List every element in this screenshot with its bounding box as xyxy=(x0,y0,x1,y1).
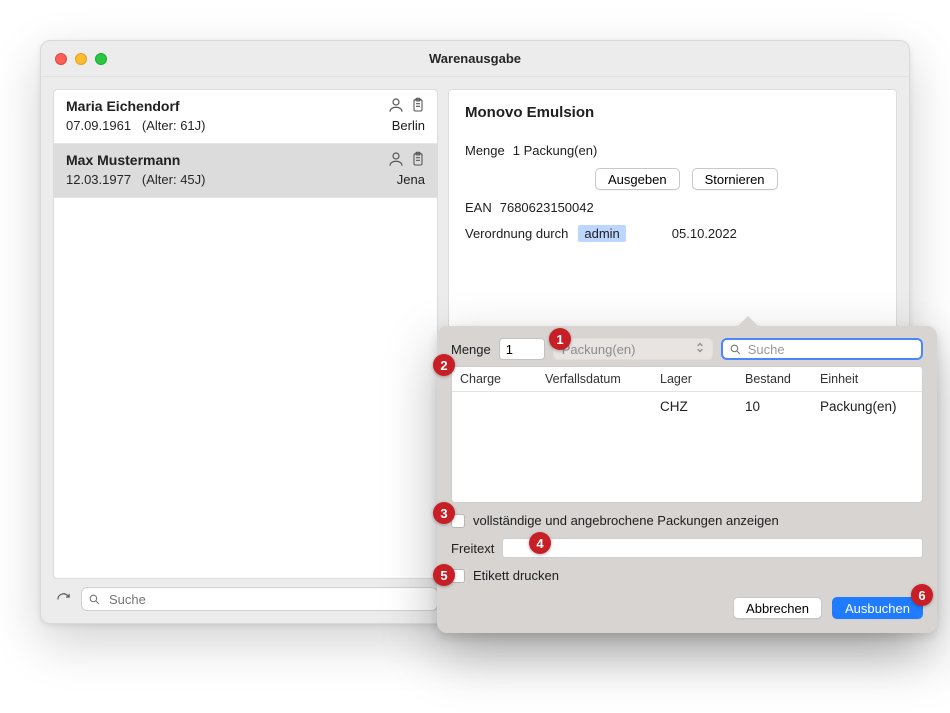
patient-search-input[interactable] xyxy=(107,591,431,608)
patient-row[interactable]: Maria Eichendorf 07.09.1961 (Alter: 61J)… xyxy=(54,90,437,144)
cell-charge xyxy=(452,394,537,419)
patient-meta: 12.03.1977 (Alter: 45J) xyxy=(66,172,425,187)
person-icon[interactable] xyxy=(387,150,405,168)
patient-name: Maria Eichendorf xyxy=(66,98,425,114)
unit-select-placeholder: Packung(en) xyxy=(562,342,636,357)
app-window: Warenausgabe Maria Eichendorf 07.09.1961… xyxy=(40,40,910,624)
window-title: Warenausgabe xyxy=(41,51,909,66)
product-name: Monovo Emulsion xyxy=(465,104,880,121)
cell-bestand: 10 xyxy=(737,394,812,419)
patient-row[interactable]: Max Mustermann 12.03.1977 (Alter: 45J) J… xyxy=(54,144,437,198)
patient-age: (Alter: 61J) xyxy=(142,118,206,133)
search-icon xyxy=(88,593,101,606)
patient-list-footer xyxy=(53,587,438,611)
verordnung-by[interactable]: admin xyxy=(578,225,625,242)
dispense-popover: Menge Packung(en) Suche Charge Verfallsd… xyxy=(437,326,937,633)
annotation-4: 4 xyxy=(529,532,551,554)
clipboard-icon[interactable] xyxy=(409,150,427,168)
patient-row-icons xyxy=(387,150,427,168)
cell-einheit: Packung(en) xyxy=(812,394,922,419)
popover-search-placeholder: Suche xyxy=(748,342,785,357)
annotation-2: 2 xyxy=(433,354,455,376)
stock-table-header: Charge Verfallsdatum Lager Bestand Einhe… xyxy=(452,367,922,392)
ean-value: 7680623150042 xyxy=(500,200,594,215)
patient-dob: 07.09.1961 xyxy=(66,118,131,133)
cancel-button[interactable]: Abbrechen xyxy=(733,597,822,619)
col-exp[interactable]: Verfallsdatum xyxy=(537,367,652,391)
annotation-5: 5 xyxy=(433,564,455,586)
chevron-updown-icon xyxy=(696,342,704,356)
verordnung-date: 05.10.2022 xyxy=(672,226,737,241)
ausgeben-button[interactable]: Ausgeben xyxy=(595,168,680,190)
patient-panel: Maria Eichendorf 07.09.1961 (Alter: 61J)… xyxy=(53,89,438,611)
col-lager[interactable]: Lager xyxy=(652,367,737,391)
popover-arrow-icon xyxy=(737,316,759,327)
patient-city: Berlin xyxy=(392,118,425,133)
person-icon[interactable] xyxy=(387,96,405,114)
patient-age: (Alter: 45J) xyxy=(142,172,206,187)
annotation-1: 1 xyxy=(549,328,571,350)
freitext-input[interactable] xyxy=(502,538,923,558)
freitext-label: Freitext xyxy=(451,541,494,556)
menge-label: Menge xyxy=(465,143,505,158)
search-icon xyxy=(729,343,742,356)
patient-meta: 07.09.1961 (Alter: 61J) xyxy=(66,118,425,133)
popover-search[interactable]: Suche xyxy=(721,338,923,360)
menge-value: 1 Packung(en) xyxy=(513,143,598,158)
patient-search[interactable] xyxy=(81,587,438,611)
stock-table-body: CHZ 10 Packung(en) xyxy=(452,392,922,502)
patient-city: Jena xyxy=(397,172,425,187)
cell-exp xyxy=(537,394,652,419)
col-einheit[interactable]: Einheit xyxy=(812,367,922,391)
popover-menge-label: Menge xyxy=(451,342,491,357)
stornieren-button[interactable]: Stornieren xyxy=(692,168,778,190)
col-charge[interactable]: Charge xyxy=(452,367,537,391)
stock-row[interactable]: CHZ 10 Packung(en) xyxy=(452,392,922,419)
annotation-6: 6 xyxy=(911,584,933,606)
close-window-button[interactable] xyxy=(55,53,67,65)
print-label-text: Etikett drucken xyxy=(473,568,559,583)
patient-name: Max Mustermann xyxy=(66,152,425,168)
patient-row-icons xyxy=(387,96,427,114)
annotation-3: 3 xyxy=(433,502,455,524)
refresh-button[interactable] xyxy=(53,589,73,609)
clipboard-icon[interactable] xyxy=(409,96,427,114)
verordnung-label: Verordnung durch xyxy=(465,226,568,241)
traffic-lights xyxy=(55,53,107,65)
ean-label: EAN xyxy=(465,200,492,215)
unit-select[interactable]: Packung(en) xyxy=(553,338,713,360)
show-partial-label: vollständige und angebrochene Packungen … xyxy=(473,513,779,528)
quantity-input[interactable] xyxy=(499,338,545,360)
cell-lager: CHZ xyxy=(652,394,737,419)
stock-table: Charge Verfallsdatum Lager Bestand Einhe… xyxy=(451,366,923,503)
col-bestand[interactable]: Bestand xyxy=(737,367,812,391)
zoom-window-button[interactable] xyxy=(95,53,107,65)
patient-list: Maria Eichendorf 07.09.1961 (Alter: 61J)… xyxy=(53,89,438,579)
titlebar: Warenausgabe xyxy=(41,41,909,77)
minimize-window-button[interactable] xyxy=(75,53,87,65)
ausbuchen-button[interactable]: Ausbuchen xyxy=(832,597,923,619)
patient-dob: 12.03.1977 xyxy=(66,172,131,187)
